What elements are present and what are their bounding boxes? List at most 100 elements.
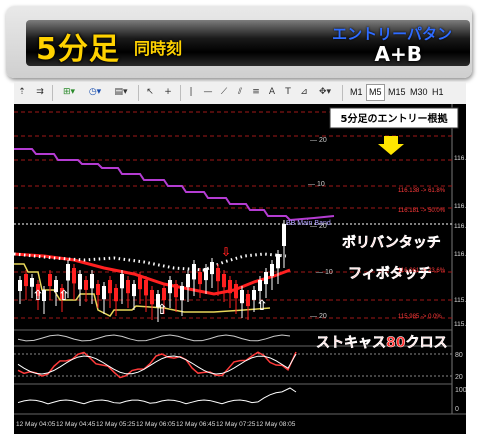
- fibonacci-icon[interactable]: ≡: [250, 85, 262, 100]
- buy-arrow-icon: ⇧: [156, 302, 168, 318]
- candle-body: [270, 264, 274, 277]
- chart-toolbar: ⇡ ⇉ ⊞▾ ◷▾ ▤▾ ↖ + | — ⟋ ⫽ ≡ A T ⊿ ✥▾ M1 M…: [14, 82, 466, 105]
- price-tick-label: 116.271: [454, 155, 466, 162]
- candle-body: [72, 268, 76, 284]
- title-banner: 5分足 同時刻 エントリーパタン A+B: [6, 6, 472, 78]
- bollinger-upper-band: [14, 148, 335, 222]
- text-tool-icon[interactable]: A: [266, 85, 278, 100]
- timeframe-h1[interactable]: H1: [430, 85, 446, 100]
- clock-icon[interactable]: ◷▾: [84, 85, 106, 100]
- candle-body: [18, 280, 22, 291]
- timeframe-m30[interactable]: M30: [408, 85, 430, 100]
- buy-arrow-icon: ⇧: [256, 298, 268, 314]
- candle-body: [48, 274, 52, 287]
- toolbar-separator: [52, 85, 53, 101]
- candle-body: [228, 280, 232, 294]
- time-axis-label: 12 May 08:05: [256, 421, 296, 428]
- buy-arrow-icon: ⇧: [32, 288, 44, 304]
- time-axis-label: 12 May 04:05: [16, 421, 56, 428]
- toolbar-separator: [138, 85, 139, 101]
- candle-body: [198, 272, 202, 285]
- horizontal-line-icon[interactable]: —: [202, 85, 214, 100]
- candle-body: [84, 280, 88, 290]
- candle-body: [240, 290, 244, 304]
- band-tick-label: — 10: [308, 181, 325, 188]
- candle-body: [276, 254, 280, 269]
- crosshair-icon[interactable]: +: [162, 85, 174, 100]
- candle-body: [246, 294, 250, 307]
- candle-body: [132, 284, 136, 297]
- candle-body: [216, 268, 220, 282]
- band-tick-label: — 20: [310, 223, 327, 230]
- candle-body: [120, 274, 124, 289]
- candle-body: [234, 284, 238, 299]
- channel-icon[interactable]: ⫽: [234, 85, 246, 100]
- candle-body: [204, 268, 208, 281]
- time-axis-label: 12 May 04:45: [56, 421, 96, 428]
- timeframe-m15[interactable]: M15: [386, 85, 408, 100]
- stoch-tick-80: 80: [455, 352, 463, 359]
- price-tick-label: 116.160: [454, 223, 466, 230]
- entry-arrow-icon: [378, 136, 404, 155]
- candle-body: [66, 264, 70, 281]
- oscillator-strip-line: [17, 334, 291, 342]
- price-tick-label: 116.211: [454, 203, 466, 210]
- candle-body: [96, 284, 100, 295]
- candle-body: [78, 274, 82, 290]
- label-tool-icon[interactable]: T: [282, 85, 294, 100]
- candle-body: [138, 276, 142, 290]
- trendline-icon[interactable]: ⟋: [218, 85, 230, 100]
- candle-body: [282, 224, 286, 246]
- time-axis-labels: 12 May 04:05 12 May 04:45 12 May 05:25 12 M…: [16, 421, 296, 428]
- band-tick-label: — 10: [316, 269, 333, 276]
- momentum-tick-0: 0: [455, 406, 459, 413]
- band-tick-label: — 20: [310, 313, 327, 320]
- new-order-icon[interactable]: ⊞▾: [58, 85, 80, 100]
- candle-body: [264, 272, 268, 285]
- screenshot-root: 5分足 同時刻 エントリーパタン A+B ⇡ ⇉ ⊞▾ ◷▾ ▤▾ ↖ + | …: [0, 0, 480, 434]
- band-tick-label: — 20: [310, 137, 327, 144]
- timeframe-m1[interactable]: M1: [348, 85, 365, 100]
- time-axis-label: 12 May 05:25: [96, 421, 136, 428]
- candle-body: [210, 262, 214, 275]
- banner-title: 5分足: [36, 32, 120, 67]
- chart-shift-icon[interactable]: ⇉: [34, 85, 46, 100]
- candle-body: [102, 286, 106, 300]
- stochastic-k-line: [17, 351, 297, 379]
- stoch-tick-20: 20: [455, 374, 463, 381]
- candle-body: [126, 280, 130, 294]
- draw-tool-icon[interactable]: ⊿: [298, 85, 310, 100]
- time-axis-label: 12 May 07:25: [216, 421, 256, 428]
- candle-body: [90, 274, 94, 289]
- price-axis-labels: 116.271 116.211 116.160 116.106 115.985 115.9…: [454, 155, 477, 328]
- banner-subtitle: 同時刻: [134, 39, 183, 58]
- stochastic-d-line: [17, 353, 297, 375]
- price-tick-label: 116.106: [454, 251, 466, 258]
- momentum-tick-100: 100: [455, 387, 466, 394]
- vertical-line-icon[interactable]: |: [186, 85, 196, 100]
- cursor-icon[interactable]: ↖: [144, 85, 156, 100]
- shapes-dropdown-icon[interactable]: ✥▾: [314, 85, 336, 100]
- fib-level-label: 115.985 -> 0.0%: [398, 314, 442, 320]
- candle-body: [108, 280, 112, 294]
- toolbar-separator: [342, 85, 343, 101]
- time-axis-label: 12 May 06:05: [136, 421, 176, 428]
- timeframe-m5[interactable]: M5: [366, 84, 385, 101]
- candle-body: [192, 264, 196, 280]
- buy-arrow-icon: ⇧: [58, 288, 70, 304]
- sell-arrow-icon: ⇩: [221, 245, 231, 259]
- banner-pattern-ab: A+B: [374, 42, 422, 66]
- candle-body: [24, 274, 28, 287]
- price-tick-label: 115.931: [454, 321, 466, 328]
- candlesticks: [18, 220, 286, 322]
- chart-up-icon[interactable]: ⇡: [16, 85, 28, 100]
- candle-body: [186, 274, 190, 288]
- candle-body: [222, 274, 226, 288]
- price-chart[interactable]: ⇧ ⇧ ⇧ ⇧ ⇩ 5分足のエントリー根拠 BB Main Band ボリバンタッチ フ…: [13, 104, 477, 434]
- toolbar-separator: [180, 85, 181, 101]
- fib-level-label: 116.181 -> 50.0%: [398, 208, 446, 214]
- candle-body: [174, 284, 178, 298]
- time-axis-label: 12 May 06:45: [176, 421, 216, 428]
- candle-body: [180, 286, 184, 301]
- template-icon[interactable]: ▤▾: [110, 85, 132, 100]
